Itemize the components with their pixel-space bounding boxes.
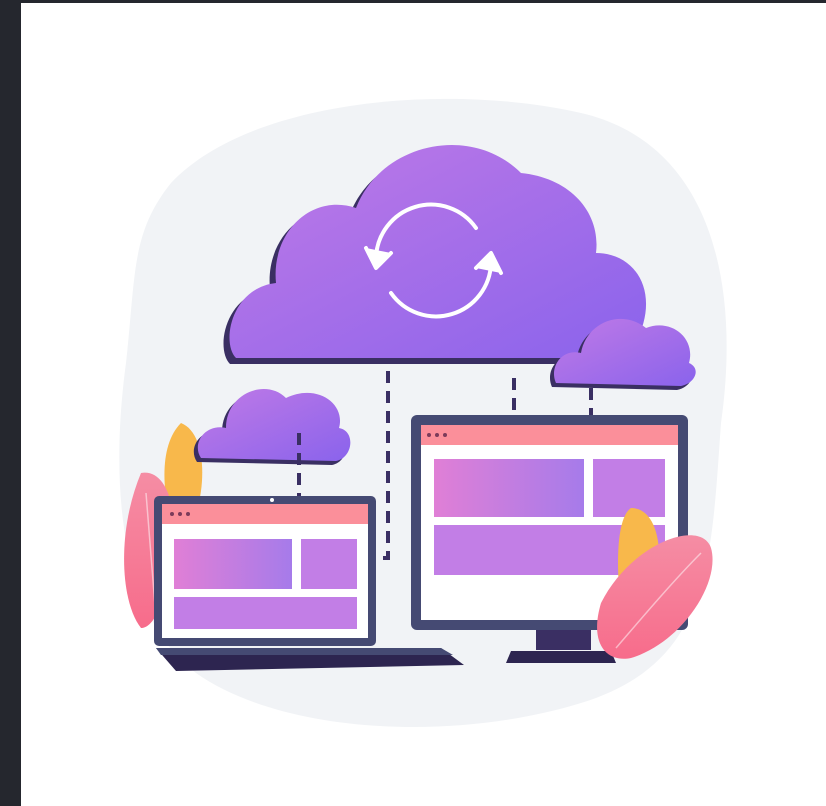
monitor-screen-header	[421, 425, 678, 445]
laptop-screen-header	[162, 504, 368, 524]
window-frame-left	[0, 0, 21, 806]
cloud-sync-illustration	[119, 98, 727, 728]
image-canvas	[21, 3, 826, 806]
